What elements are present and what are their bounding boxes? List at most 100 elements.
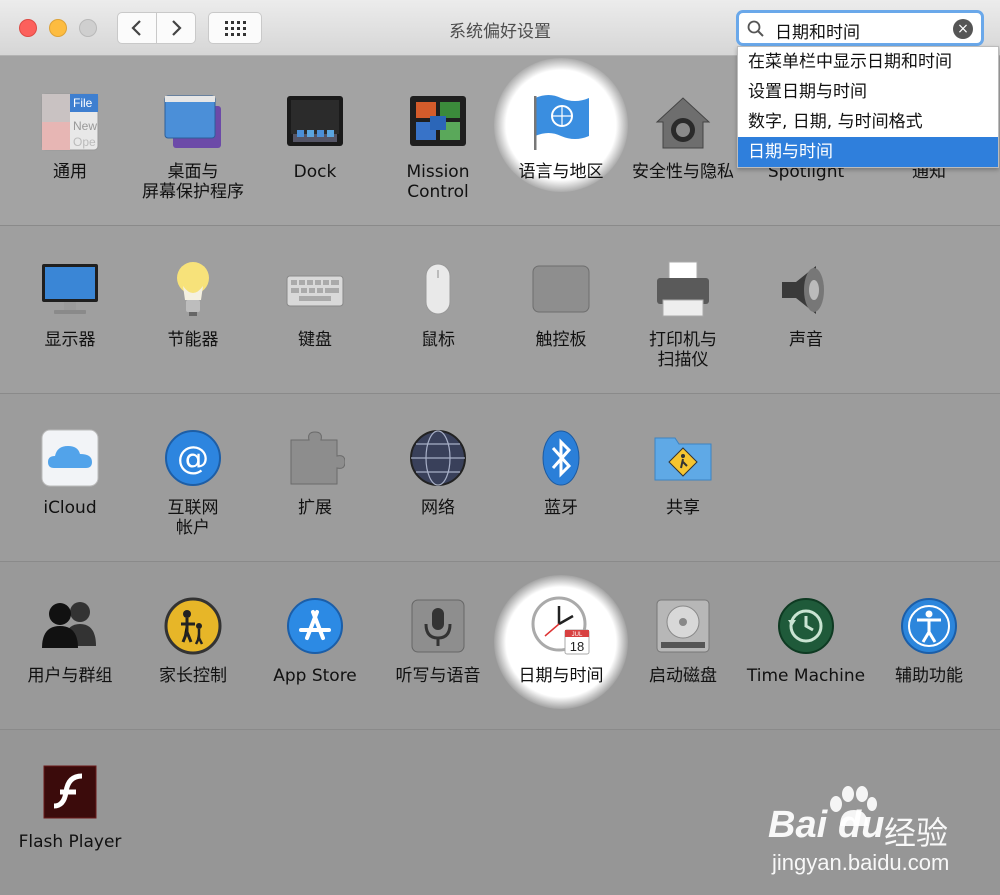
parental-controls-icon xyxy=(163,596,223,656)
keyboard-icon xyxy=(285,260,345,320)
shared-folder-icon xyxy=(653,428,713,488)
svg-text:Ope: Ope xyxy=(73,135,96,149)
watermark-url: jingyan.baidu.com xyxy=(772,850,950,875)
close-window-button[interactable] xyxy=(19,19,37,37)
pane-label: 互联网 帐户 xyxy=(167,498,219,538)
dock-icon xyxy=(285,92,345,152)
pane-label: 节能器 xyxy=(167,330,219,350)
house-lock-icon xyxy=(653,92,713,152)
suggestion-item[interactable]: 在菜单栏中显示日期和时间 xyxy=(738,47,998,77)
pane-users-groups[interactable]: 用户与群组 xyxy=(10,596,130,686)
search-suggestions-menu: 在菜单栏中显示日期和时间 设置日期与时间 数字, 日期, 与时间格式 日期与时间 xyxy=(737,46,999,168)
pane-label: Mission Control xyxy=(406,162,470,202)
pane-keyboard[interactable]: 键盘 xyxy=(255,260,375,350)
pane-displays[interactable]: 显示器 xyxy=(10,260,130,350)
minimize-window-button[interactable] xyxy=(49,19,67,37)
microphone-icon xyxy=(408,596,468,656)
chevron-left-icon xyxy=(131,20,141,36)
suggestion-item-selected[interactable]: 日期与时间 xyxy=(738,137,998,167)
general-icon: File New Ope xyxy=(40,92,100,152)
window-title: 系统偏好设置 xyxy=(449,22,551,42)
forward-button[interactable] xyxy=(156,12,196,44)
pane-label: 辅助功能 xyxy=(895,666,963,686)
pane-parental-controls[interactable]: 家长控制 xyxy=(133,596,253,686)
clock-calendar-icon: JUL 18 xyxy=(531,596,591,656)
pane-label: 鼠标 xyxy=(421,330,455,350)
pane-security-privacy[interactable]: 安全性与隐私 xyxy=(623,92,743,182)
puzzle-piece-icon xyxy=(285,428,346,488)
pane-label: Dock xyxy=(293,162,337,182)
zoom-window-button[interactable] xyxy=(79,19,97,37)
search-icon xyxy=(747,20,764,37)
chevron-right-icon xyxy=(172,20,182,36)
pane-printers-scanners[interactable]: 打印机与 扫描仪 xyxy=(623,260,743,370)
pane-desktop-screensaver[interactable]: 桌面与 屏幕保护程序 xyxy=(133,92,253,202)
pane-icloud[interactable]: iCloud xyxy=(10,428,130,518)
pane-trackpad[interactable]: 触控板 xyxy=(501,260,621,350)
pane-label: 触控板 xyxy=(535,330,587,350)
svg-text:@: @ xyxy=(177,439,209,477)
back-button[interactable] xyxy=(117,12,157,44)
desktop-screensaver-icon xyxy=(163,92,223,152)
pane-network[interactable]: 网络 xyxy=(378,428,498,518)
svg-text:18: 18 xyxy=(570,639,584,654)
bluetooth-icon xyxy=(531,428,591,488)
pane-label: 蓝牙 xyxy=(544,498,578,518)
pane-startup-disk[interactable]: 启动磁盘 xyxy=(623,596,743,686)
pane-flash-player[interactable]: Flash Player xyxy=(10,762,130,852)
pane-label: 打印机与 扫描仪 xyxy=(649,330,717,370)
lightbulb-icon xyxy=(163,260,223,320)
pane-label: 桌面与 屏幕保护程序 xyxy=(142,162,244,202)
pane-language-region[interactable]: 语言与地区 xyxy=(501,92,621,182)
svg-text:JUL: JUL xyxy=(572,632,583,638)
pane-mouse[interactable]: 鼠标 xyxy=(378,260,498,350)
suggestion-item[interactable]: 数字, 日期, 与时间格式 xyxy=(738,107,998,137)
pane-energy-saver[interactable]: 节能器 xyxy=(133,260,253,350)
mouse-icon xyxy=(408,260,468,320)
flash-player-icon xyxy=(40,762,100,822)
un-flag-icon xyxy=(531,92,591,152)
pane-label: App Store xyxy=(273,666,357,686)
show-all-button[interactable] xyxy=(208,12,262,44)
pane-label: 扩展 xyxy=(298,498,332,518)
pane-date-time[interactable]: JUL 18 日期与时间 xyxy=(501,596,621,686)
pane-label: Time Machine xyxy=(746,666,866,686)
pane-app-store[interactable]: App Store xyxy=(255,596,375,686)
pane-time-machine[interactable]: Time Machine xyxy=(746,596,866,686)
pane-sharing[interactable]: 共享 xyxy=(623,428,743,518)
search-field[interactable]: 日期和时间 × xyxy=(736,10,984,46)
display-monitor-icon xyxy=(40,260,100,320)
pane-dictation-speech[interactable]: 听写与语音 xyxy=(378,596,498,686)
pane-accessibility[interactable]: 辅助功能 xyxy=(869,596,989,686)
mission-control-icon xyxy=(408,92,468,152)
svg-text:New: New xyxy=(73,119,97,133)
pane-internet-accounts[interactable]: @ 互联网 帐户 xyxy=(133,428,253,538)
pane-label: 通用 xyxy=(53,162,87,182)
search-input-value[interactable]: 日期和时间 xyxy=(775,18,860,43)
pane-label: 声音 xyxy=(789,330,823,350)
pane-label: 语言与地区 xyxy=(518,162,604,182)
watermark-brand-left: Bai xyxy=(768,804,828,846)
speaker-icon xyxy=(776,260,836,320)
watermark-brand-right: du xyxy=(838,804,885,846)
at-sign-icon: @ xyxy=(163,428,223,488)
trackpad-icon xyxy=(531,260,591,320)
globe-icon xyxy=(408,428,468,488)
time-machine-icon xyxy=(776,596,836,656)
suggestion-item[interactable]: 设置日期与时间 xyxy=(738,77,998,107)
pane-extensions[interactable]: 扩展 xyxy=(255,428,375,518)
pane-label: iCloud xyxy=(43,498,97,518)
pane-label: Flash Player xyxy=(18,832,122,852)
watermark-cn: 经验 xyxy=(884,815,949,851)
app-store-icon xyxy=(285,596,345,656)
pane-mission-control[interactable]: Mission Control xyxy=(378,92,498,202)
pane-sound[interactable]: 声音 xyxy=(746,260,866,350)
accessibility-icon xyxy=(899,596,959,656)
pane-label: 日期与时间 xyxy=(518,666,604,686)
clear-search-icon[interactable]: × xyxy=(953,19,973,39)
pane-general[interactable]: File New Ope 通用 xyxy=(10,92,130,182)
grid-icon xyxy=(225,21,246,36)
pane-bluetooth[interactable]: 蓝牙 xyxy=(501,428,621,518)
pane-label: 用户与群组 xyxy=(27,666,113,686)
pane-dock[interactable]: Dock xyxy=(255,92,375,182)
